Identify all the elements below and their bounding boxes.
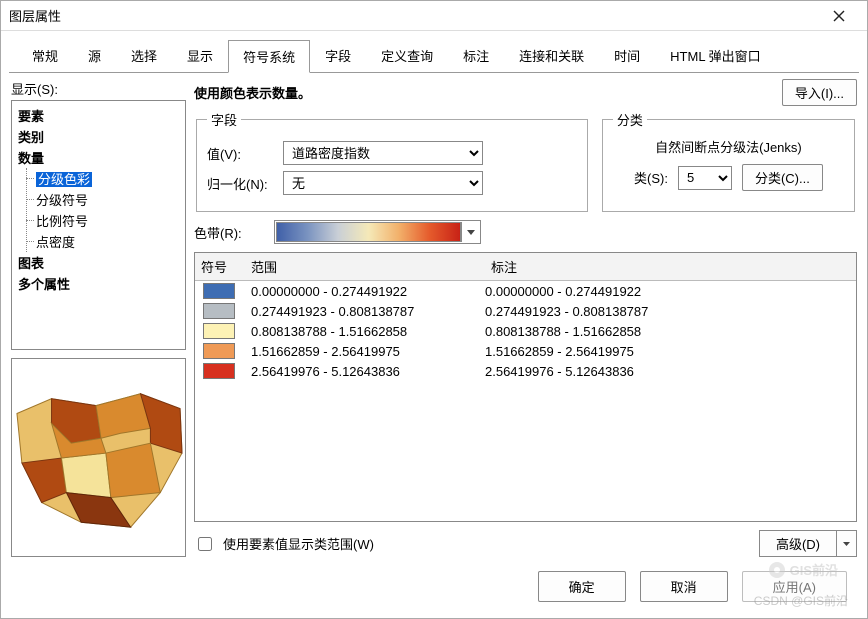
tab-time[interactable]: 时间 [599,39,655,72]
tab-display[interactable]: 显示 [172,39,228,72]
field-group: 字段 值(V): 道路密度指数 归一化(N): 无 [196,110,588,212]
classes-label: 类(S): [634,168,668,187]
window-title: 图层属性 [9,6,819,25]
tab-htmlpopup[interactable]: HTML 弹出窗口 [655,39,776,72]
import-button[interactable]: 导入(I)... [782,79,857,106]
advanced-button[interactable]: 高级(D) [759,530,837,557]
grid-row[interactable]: 0.274491923 - 0.808138787 0.274491923 - … [195,301,856,321]
layer-properties-dialog: 图层属性 常规 源 选择 显示 符号系统 字段 定义查询 标注 连接和关联 时间… [0,0,868,619]
symbology-tree[interactable]: 要素 类别 数量 分级色彩 分级符号 比例符号 点密度 图表 多个属性 [11,100,186,350]
normalize-select[interactable]: 无 [283,171,483,195]
close-icon [833,10,845,22]
tab-source[interactable]: 源 [73,39,116,72]
map-preview-icon [12,383,185,533]
cancel-button[interactable]: 取消 [640,571,728,602]
classify-button[interactable]: 分类(C)... [742,164,823,191]
tab-symbology[interactable]: 符号系统 [228,40,310,73]
classification-group: 分类 自然间断点分级法(Jenks) 类(S): 5 分类(C)... [602,110,855,212]
dialog-footer: 确定 取消 应用(A) [1,557,867,618]
tree-features[interactable]: 要素 [18,105,179,126]
close-button[interactable] [819,2,859,30]
value-field-select[interactable]: 道路密度指数 [283,141,483,165]
tree-dot-density[interactable]: 点密度 [36,231,179,252]
color-swatch[interactable] [203,283,235,299]
tree-charts[interactable]: 图表 [18,252,179,273]
tree-graduated-colors[interactable]: 分级色彩 [36,168,179,189]
color-ramp-select[interactable] [274,220,481,244]
apply-button[interactable]: 应用(A) [742,571,847,602]
class-breaks-grid[interactable]: 符号 范围 标注 0.00000000 - 0.274491922 0.0000… [194,252,857,522]
color-swatch[interactable] [203,343,235,359]
color-swatch[interactable] [203,363,235,379]
classification-method: 自然间断点分级法(Jenks) [613,137,844,156]
tab-labels[interactable]: 标注 [448,39,504,72]
grid-row[interactable]: 0.808138788 - 1.51662858 0.808138788 - 1… [195,321,856,341]
tree-proportional-symbols[interactable]: 比例符号 [36,210,179,231]
col-label: 标注 [485,253,856,280]
color-swatch[interactable] [203,303,235,319]
col-symbol: 符号 [195,253,245,280]
chevron-down-icon [843,542,850,546]
normalize-label: 归一化(N): [207,174,277,193]
titlebar: 图层属性 [1,1,867,31]
grid-row[interactable]: 2.56419976 - 5.12643836 2.56419976 - 5.1… [195,361,856,381]
tree-graduated-symbols[interactable]: 分级符号 [36,189,179,210]
tree-quantities[interactable]: 数量 [18,147,179,168]
symbology-preview [11,358,186,557]
show-label: 显示(S): [11,79,186,98]
chevron-down-icon[interactable] [461,222,479,242]
ok-button[interactable]: 确定 [538,571,626,602]
value-label: 值(V): [207,144,277,163]
description-text: 使用颜色表示数量。 [194,83,782,102]
color-swatch[interactable] [203,323,235,339]
tab-joins[interactable]: 连接和关联 [504,39,599,72]
col-range: 范围 [245,253,485,280]
tree-multiple-attrs[interactable]: 多个属性 [18,273,179,294]
tab-defquery[interactable]: 定义查询 [366,39,448,72]
tab-fields[interactable]: 字段 [310,39,366,72]
classes-count-select[interactable]: 5 [678,166,732,190]
advanced-dropdown[interactable] [837,530,857,557]
color-ramp-preview [276,222,461,242]
class-legend: 分类 [613,110,647,129]
grid-row[interactable]: 1.51662859 - 2.56419975 1.51662859 - 2.5… [195,341,856,361]
tab-general[interactable]: 常规 [17,39,73,72]
tab-selection[interactable]: 选择 [116,39,172,72]
show-range-checkbox[interactable] [198,537,212,551]
color-ramp-label: 色带(R): [194,223,264,242]
show-range-label: 使用要素值显示类范围(W) [223,534,374,553]
grid-row[interactable]: 0.00000000 - 0.274491922 0.00000000 - 0.… [195,281,856,301]
tree-categories[interactable]: 类别 [18,126,179,147]
field-legend: 字段 [207,110,241,129]
tab-bar: 常规 源 选择 显示 符号系统 字段 定义查询 标注 连接和关联 时间 HTML… [9,31,859,73]
